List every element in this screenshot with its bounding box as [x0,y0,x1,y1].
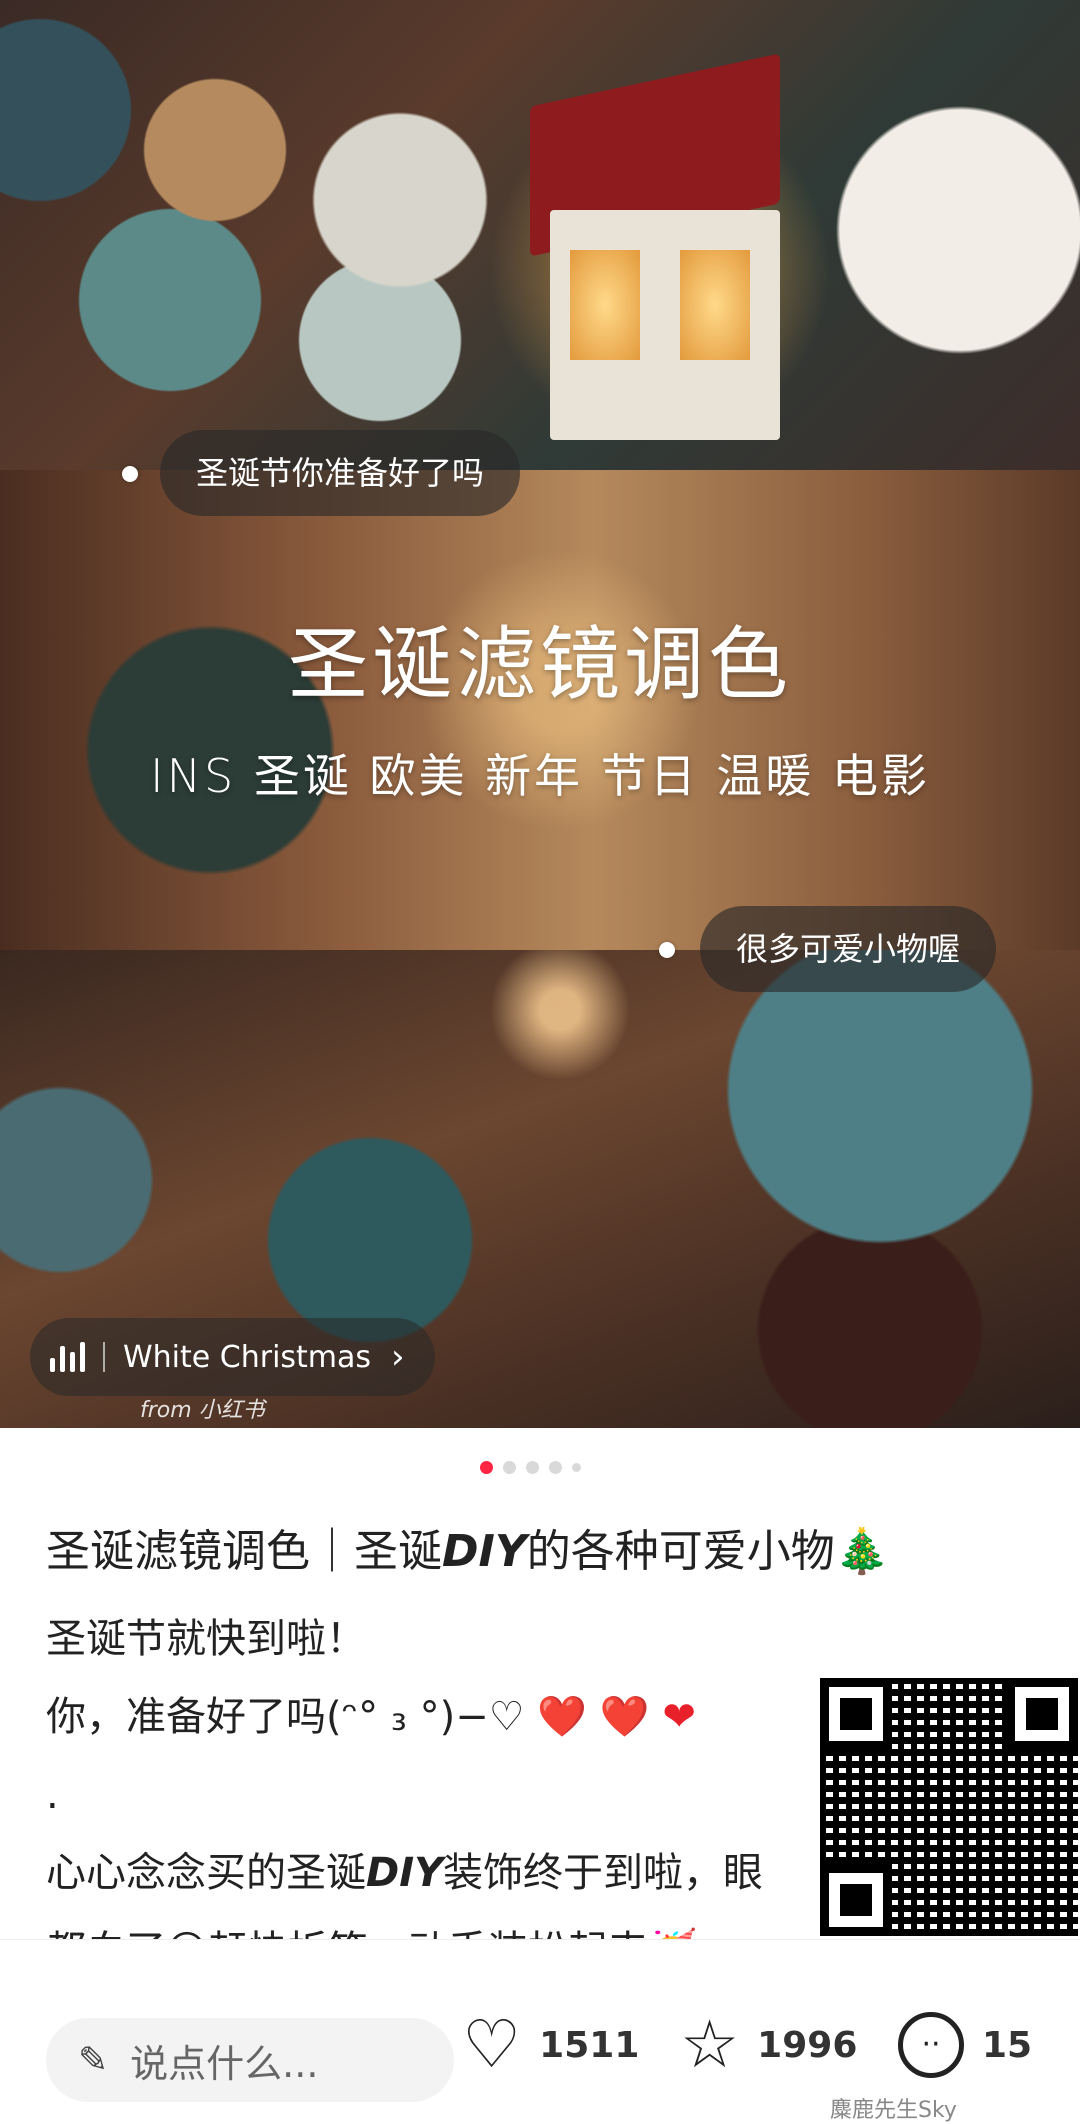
pagination-dot[interactable] [572,1463,581,1472]
carousel-pagination [480,1461,581,1474]
music-title: White Christmas [123,1339,372,1375]
title-em: DIY [442,1526,527,1577]
divider [103,1342,105,1372]
music-tag[interactable]: White Christmas › [30,1318,435,1396]
pagination-dot[interactable] [503,1461,516,1474]
pagination-dot[interactable] [549,1461,562,1474]
wooden-house-ornament [520,53,810,450]
like-button[interactable]: ♡ 1511 [462,2012,639,2078]
tree-emoji: 🎄 [834,1526,890,1577]
comment-placeholder: 说点什么... [130,2041,319,2086]
title-text: 的各种可爱小物 [526,1526,835,1577]
body-text: 你，准备好了吗(ᵔ° ₃ °)−♡ [46,1694,538,1740]
body-text: 心心念念买的圣诞 [46,1850,366,1896]
comment-input[interactable]: ✎ 说点什么... [46,2018,454,2102]
comment-count: 15 [982,2024,1033,2066]
pagination-dot[interactable] [526,1461,539,1474]
post-image-carousel[interactable]: 圣诞滤镜调色 INS 圣诞 欧美 新年 节日 温暖 电影 圣诞节你准备好了吗 很… [0,0,1080,1428]
tag-anchor-dot[interactable] [659,942,675,958]
star-icon: ☆ [680,2006,740,2083]
comment-icon: ·· [898,2012,964,2078]
account-watermark: 麋鹿先生Sky [830,2098,957,2123]
image-tags: INS 圣诞 欧美 新年 节日 温暖 电影 [150,749,930,803]
collect-button[interactable]: ☆ 1996 [680,2012,857,2078]
body-line: 圣诞节就快到啦！ [46,1616,366,1662]
image-tag-bubble[interactable]: 圣诞节你准备好了吗 [160,430,521,516]
post-title: 圣诞滤镜调色｜圣诞DIY的各种可爱小物🎄 [46,1515,1046,1579]
tag-anchor-dot[interactable] [122,466,138,482]
photo-panel-1 [0,0,1080,470]
body-text: 装饰终于到啦，眼 [443,1850,764,1896]
collect-count: 1996 [757,2024,858,2066]
chevron-right-icon: › [391,1337,405,1377]
body-em: DIY [366,1850,444,1896]
heart-icon: ♡ [462,2006,522,2083]
comment-button[interactable]: ·· 15 [898,2012,1032,2078]
pagination-dot[interactable] [480,1461,493,1474]
hearts-emoji: ❤️ ❤️ ❤ [537,1694,696,1740]
like-count: 1511 [539,2024,640,2066]
image-tag-bubble[interactable]: 很多可爱小物喔 [700,906,997,992]
source-watermark: from 小红书 [140,1398,265,1423]
image-headline: 圣诞滤镜调色 [288,618,792,711]
qr-code [820,1678,1078,1936]
title-text: 圣诞滤镜调色｜圣诞 [46,1526,442,1577]
pen-icon: ✎ [78,2039,109,2081]
photo-panel-2: 圣诞滤镜调色 INS 圣诞 欧美 新年 节日 温暖 电影 [0,470,1080,950]
audio-bars-icon [50,1342,85,1372]
